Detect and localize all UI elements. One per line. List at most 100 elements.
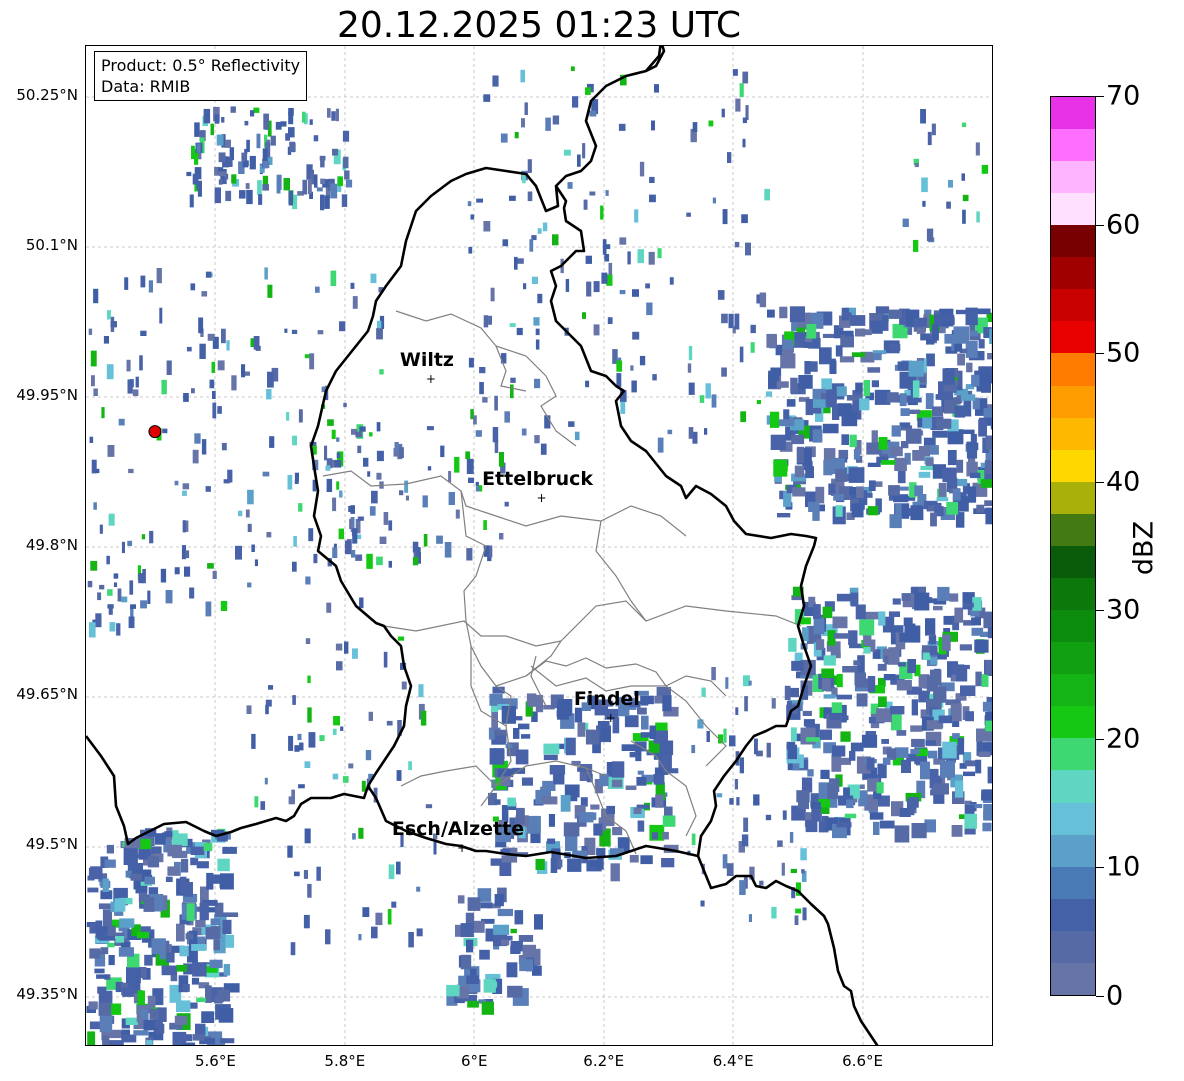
radar-echo-cell — [585, 87, 591, 95]
radar-echo-cell — [806, 737, 820, 742]
radar-echo-cell — [418, 684, 424, 698]
radar-echo-cell — [957, 738, 965, 755]
radar-echo-cell — [343, 776, 349, 783]
radar-echo-cell — [454, 456, 460, 473]
radar-echo-cell — [661, 858, 675, 868]
radar-echo-cell — [221, 328, 226, 344]
radar-echo-cell — [920, 333, 932, 341]
radar-echo-cell — [982, 822, 992, 832]
radar-map[interactable] — [85, 45, 993, 1046]
radar-echo-cell — [529, 239, 534, 252]
radar-echo-cell — [648, 251, 655, 265]
radar-echo-cell — [501, 939, 510, 946]
radar-echo-cell — [176, 1000, 191, 1012]
radar-echo-cell — [833, 633, 850, 639]
radar-echo-cell — [420, 710, 427, 726]
radar-echo-cell — [897, 662, 906, 667]
radar-echo-cell — [632, 331, 640, 340]
colorbar-segment — [1051, 96, 1095, 129]
radar-echo-cell — [552, 115, 560, 125]
radar-echo-cell — [357, 445, 362, 454]
radar-echo-cell — [637, 820, 645, 832]
radar-echo-cell — [87, 1031, 96, 1045]
radar-echo-cell — [440, 445, 445, 458]
radar-echo-cell — [488, 315, 492, 325]
radar-echo-cell — [849, 487, 857, 496]
radar-echo-cell — [922, 652, 931, 660]
radar-echo-cell — [960, 685, 976, 696]
radar-echo-cell — [468, 357, 474, 368]
radar-echo-cell — [275, 121, 282, 130]
radar-echo-cell — [264, 777, 268, 785]
radar-echo-cell — [113, 582, 118, 587]
radar-echo-cell — [186, 171, 192, 177]
radar-echo-cell — [987, 766, 992, 784]
radar-echo-cell — [651, 832, 658, 840]
radar-echo-cell — [938, 482, 947, 497]
radar-echo-cell — [765, 814, 772, 821]
radar-echo-cell — [961, 394, 976, 401]
radar-echo-cell — [423, 534, 428, 547]
radar-echo-cell — [963, 602, 974, 608]
colorbar-tick-label: 70 — [1106, 80, 1141, 112]
radar-echo-cell — [910, 725, 923, 732]
radar-echo-cell — [139, 1009, 149, 1016]
radar-echo-cell — [739, 346, 744, 363]
radar-echo-cell — [425, 804, 433, 809]
radar-echo-cell — [926, 339, 935, 345]
radar-echo-cell — [600, 205, 604, 220]
radar-echo-cell — [605, 190, 609, 196]
radar-echo-cell — [156, 268, 162, 284]
radar-echo-cell — [753, 794, 760, 806]
colorbar-segment — [1051, 225, 1095, 258]
radar-echo-cell — [426, 426, 434, 431]
radar-echo-cell — [906, 798, 915, 816]
radar-echo-cell — [244, 371, 250, 376]
radar-echo-cell — [590, 812, 597, 820]
radar-echo-cell — [863, 647, 871, 654]
radar-echo-cell — [652, 374, 657, 381]
radar-echo-cell — [522, 944, 536, 958]
radar-echo-cell — [908, 409, 921, 414]
radar-echo-cell — [379, 369, 384, 375]
colorbar-segment — [1051, 353, 1095, 386]
radar-echo-cell — [831, 745, 846, 757]
radar-echo-cell — [585, 380, 590, 388]
radar-echo-cell — [225, 190, 232, 202]
radar-echo-cell — [262, 161, 270, 169]
radar-echo-cell — [217, 360, 225, 371]
radar-echo-cell — [355, 554, 363, 561]
radar-echo-cell — [888, 647, 900, 665]
radar-echo-cell — [717, 290, 725, 300]
radar-echo-cell — [147, 856, 160, 868]
radar-echo-cell — [947, 450, 957, 466]
radar-echo-cell — [460, 954, 472, 970]
radar-echo-cell — [210, 918, 221, 925]
radar-echo-cell — [106, 364, 114, 380]
radar-echo-cell — [455, 509, 460, 519]
colorbar-segment — [1051, 834, 1095, 867]
radar-echo-cell — [962, 209, 966, 224]
radar-echo-cell — [467, 201, 472, 207]
radar-echo-cell — [743, 817, 749, 832]
radar-echo-cell — [836, 593, 852, 602]
radar-echo-cell — [196, 143, 201, 153]
radar-echo-cell — [245, 183, 250, 189]
radar-echo-cell — [567, 182, 573, 189]
radar-echo-cell — [192, 962, 207, 977]
radar-echo-cell — [552, 234, 559, 246]
radar-echo-cell — [146, 1040, 153, 1045]
radar-echo-cell — [823, 448, 836, 460]
radar-echo-cell — [366, 553, 373, 569]
radar-echo-cell — [841, 312, 852, 317]
radar-echo-cell — [892, 598, 901, 605]
radar-echo-cell — [891, 425, 901, 437]
radar-echo-cell — [182, 483, 190, 490]
radar-echo-cell — [246, 189, 253, 205]
radar-echo-cell — [370, 273, 377, 284]
colorbar-segment — [1051, 674, 1095, 707]
radar-echo-cell — [983, 611, 992, 629]
radar-echo-cell — [90, 350, 97, 367]
radar-echo-cell — [324, 445, 328, 461]
radar-echo-cell — [247, 489, 254, 505]
